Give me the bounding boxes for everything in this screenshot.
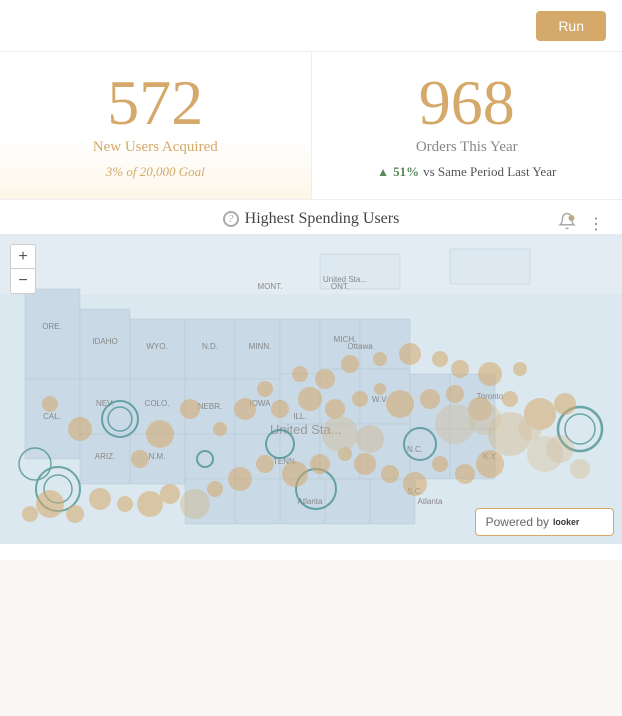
zoom-out-button[interactable]: − <box>11 269 35 293</box>
svg-text:ORE.: ORE. <box>42 322 62 331</box>
svg-text:United Sta...: United Sta... <box>323 275 367 284</box>
new-users-sublabel: 3% of 20,000 Goal <box>106 164 205 180</box>
zoom-in-button[interactable]: + <box>11 245 35 269</box>
svg-text:N.D.: N.D. <box>202 342 218 351</box>
map-zoom-controls: + − <box>10 244 36 294</box>
svg-text:W.V.: W.V. <box>372 395 388 404</box>
map-section: ? Highest Spending Users + ⋮ + − <box>0 200 622 560</box>
info-icon[interactable]: ? <box>223 211 239 227</box>
new-users-number: 572 <box>107 71 203 135</box>
svg-text:WYO.: WYO. <box>146 342 167 351</box>
more-options-button[interactable]: ⋮ <box>586 212 606 236</box>
svg-text:Atlanta: Atlanta <box>418 497 443 506</box>
svg-text:COLO.: COLO. <box>145 399 170 408</box>
svg-text:ARIZ.: ARIZ. <box>95 452 115 461</box>
trend-percent: 51% <box>393 164 419 180</box>
header-bar: Run <box>0 0 622 52</box>
svg-text:MONT.: MONT. <box>258 282 283 291</box>
svg-text:MICH.: MICH. <box>334 335 357 344</box>
trend-arrow: ▲ <box>377 165 389 180</box>
powered-by-text: Powered by <box>486 515 549 529</box>
svg-text:ILL.: ILL. <box>293 412 306 421</box>
orders-label: Orders This Year <box>416 139 518 156</box>
map-title-container: ? Highest Spending Users <box>223 210 400 228</box>
stats-row: 572 New Users Acquired 3% of 20,000 Goal… <box>0 52 622 200</box>
trend-text: vs Same Period Last Year <box>423 164 556 180</box>
svg-text:N.M.: N.M. <box>149 452 166 461</box>
svg-text:looker: looker <box>553 517 580 527</box>
svg-text:+: + <box>570 216 573 221</box>
orders-number: 968 <box>419 71 515 135</box>
new-users-card: 572 New Users Acquired 3% of 20,000 Goal <box>0 52 312 199</box>
svg-text:MINN.: MINN. <box>249 342 272 351</box>
map-header: ? Highest Spending Users + ⋮ <box>0 200 622 234</box>
map-title-text: Highest Spending Users <box>245 210 400 228</box>
powered-by-badge: Powered by looker <box>475 508 614 536</box>
svg-text:IDAHO: IDAHO <box>92 337 117 346</box>
map-actions: + ⋮ <box>556 210 606 237</box>
alert-button[interactable]: + <box>556 210 578 237</box>
svg-text:CAL.: CAL. <box>43 412 61 421</box>
map-svg: ORE. CAL. IDAHO NEV. ARIZ. WYO. COLO. N.… <box>0 234 622 544</box>
orders-trend: ▲ 51% vs Same Period Last Year <box>377 164 556 180</box>
orders-card: 968 Orders This Year ▲ 51% vs Same Perio… <box>312 52 622 199</box>
looker-logo: looker <box>553 514 603 530</box>
map-container[interactable]: + − <box>0 234 622 544</box>
svg-text:NEBR.: NEBR. <box>198 402 222 411</box>
run-button[interactable]: Run <box>536 11 606 41</box>
svg-text:N.C.: N.C. <box>407 445 423 454</box>
new-users-label: New Users Acquired <box>93 139 218 156</box>
